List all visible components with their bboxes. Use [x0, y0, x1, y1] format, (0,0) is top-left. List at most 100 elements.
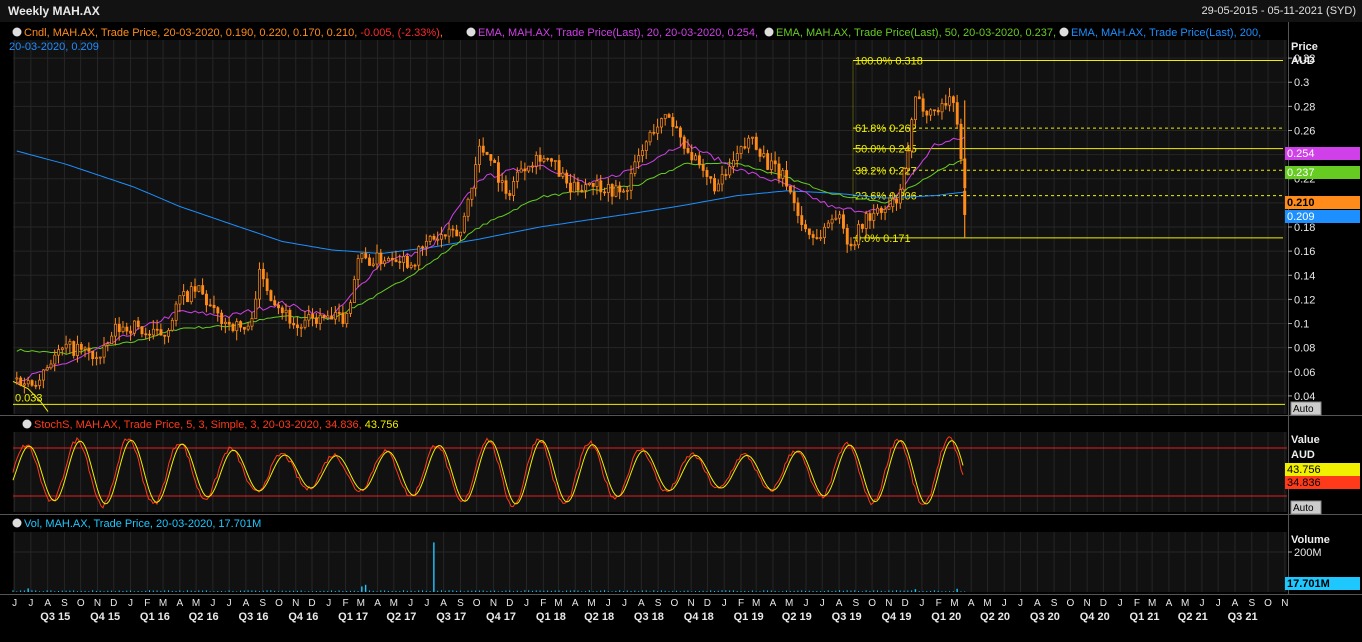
candle: [838, 214, 842, 219]
volume-pane[interactable]: [13, 532, 1287, 592]
x-month-label: J: [408, 598, 413, 609]
candle: [269, 290, 273, 301]
candle: [766, 153, 770, 170]
candle: [580, 189, 584, 192]
price-tick-label: 0.12: [1294, 294, 1315, 306]
candle: [807, 228, 811, 235]
candle: [917, 96, 921, 100]
chart-canvas[interactable]: 100.0% 0.31861.8% 0.26250.0% 0.24538.2% …: [0, 22, 1362, 642]
support-line-label: 0.033: [15, 392, 43, 404]
candle: [800, 215, 804, 225]
candle: [538, 155, 542, 162]
x-quarter-label: Q1 21: [1130, 611, 1160, 623]
candle: [254, 298, 258, 319]
x-month-label: S: [61, 598, 68, 609]
price-tick-label: 0.06: [1294, 367, 1315, 379]
candle: [751, 136, 754, 139]
candle: [326, 315, 330, 319]
stoch-axis-unit: AUD: [1291, 449, 1315, 461]
x-month-label: J: [1002, 598, 1007, 609]
auto-scale-button[interactable]: Auto: [1290, 401, 1322, 416]
x-month-label: M: [390, 598, 398, 609]
candle: [478, 145, 481, 165]
candle: [387, 257, 390, 262]
candle: [170, 319, 174, 331]
candle: [125, 326, 129, 332]
clock-icon[interactable]: [12, 27, 22, 37]
candle: [318, 314, 322, 324]
price-axis-unit: AUD: [1291, 55, 1315, 67]
candle: [925, 110, 929, 116]
candle: [546, 158, 550, 160]
volume-tick-label: 200M: [1294, 547, 1322, 559]
candle: [921, 98, 925, 112]
candle: [250, 318, 254, 327]
candle: [432, 235, 436, 240]
auto-scale-button[interactable]: Auto: [1290, 500, 1322, 515]
candle: [747, 137, 751, 149]
clock-icon[interactable]: [764, 27, 774, 37]
stoch-pane[interactable]: [13, 432, 1287, 512]
candle: [633, 161, 637, 174]
candle: [902, 168, 906, 191]
x-month-label: O: [868, 598, 876, 609]
candle: [796, 202, 800, 216]
x-month-label: S: [852, 598, 859, 609]
x-month-label: J: [128, 598, 133, 609]
candle: [87, 347, 91, 352]
candle: [754, 136, 758, 150]
candle: [375, 252, 379, 265]
candle: [349, 302, 353, 314]
candle: [811, 234, 815, 238]
candle: [872, 212, 876, 221]
candle: [512, 181, 516, 196]
candle: [709, 176, 713, 179]
x-month-label: O: [473, 598, 481, 609]
x-month-label: S: [1248, 598, 1255, 609]
candle: [144, 333, 148, 336]
candle: [508, 193, 512, 196]
candle: [83, 347, 87, 350]
candle: [148, 333, 152, 336]
legend-candle-change: -0.005, (-2.33%): [360, 27, 439, 39]
clock-icon[interactable]: [1059, 27, 1069, 37]
x-month-label: A: [176, 598, 183, 609]
candle: [280, 307, 284, 314]
x-quarter-label: Q2 16: [189, 611, 219, 623]
x-month-label: A: [1034, 598, 1041, 609]
candle: [504, 180, 508, 194]
x-month-label: F: [738, 598, 744, 609]
date-range[interactable]: 29-05-2015 - 05-11-2021 (SYD): [1202, 5, 1357, 17]
x-month-label: J: [326, 598, 331, 609]
candle: [531, 165, 535, 168]
price-tick-label: 0.18: [1294, 222, 1315, 234]
x-month-label: J: [804, 598, 809, 609]
legend-stoch-d: 43.756: [365, 419, 399, 431]
candle: [785, 170, 789, 187]
legend-candle-suffix: ,: [440, 27, 443, 39]
clock-icon[interactable]: [22, 419, 32, 429]
x-month-label: A: [1166, 598, 1173, 609]
candle: [959, 123, 963, 160]
candle: [64, 343, 68, 349]
x-month-label: N: [94, 598, 101, 609]
fib-level-label: 61.8% 0.262: [855, 123, 917, 135]
candle: [955, 102, 959, 125]
title-bar: Weekly MAH.AX 29-05-2015 - 05-11-2021 (S…: [0, 0, 1362, 23]
candle: [227, 321, 231, 325]
svg-text:Auto: Auto: [1293, 404, 1314, 415]
stoch-last-value-text: 34.836: [1287, 477, 1321, 489]
candle: [773, 160, 777, 165]
candle: [136, 320, 140, 328]
candle: [660, 118, 663, 128]
candle: [239, 321, 243, 328]
x-month-label: J: [1118, 598, 1123, 609]
legend-stoch: StochS, MAH.AX, Trade Price, 5, 3, Simpl…: [34, 419, 362, 431]
candle: [735, 153, 739, 161]
last-value-tag-text: 0.237: [1287, 167, 1315, 179]
x-month-label: J: [424, 598, 429, 609]
candle: [713, 178, 717, 192]
clock-icon[interactable]: [466, 27, 476, 37]
clock-icon[interactable]: [12, 518, 22, 528]
candle: [189, 286, 193, 303]
